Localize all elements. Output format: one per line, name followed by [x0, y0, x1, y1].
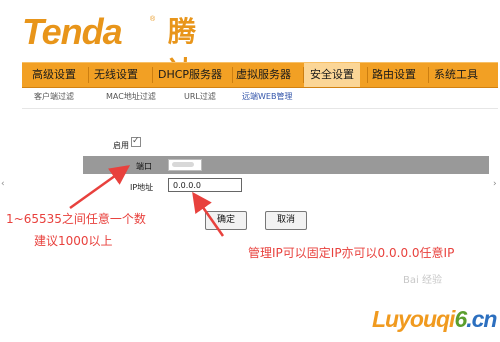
watermark-site: Luyouqi6.cn: [372, 306, 497, 333]
port-range-note: 1~65535之间任意一个数: [6, 212, 146, 226]
port-suggest-note: 建议1000以上: [34, 234, 113, 248]
watermark-part-2: 6: [454, 306, 467, 332]
watermark-baidu: Bai 经验: [403, 275, 442, 286]
watermark-part-3: .cn: [466, 306, 497, 332]
arrow-to-ip-icon: [192, 191, 225, 237]
arrow-to-port-icon: [69, 165, 131, 210]
annotation-arrows: [69, 165, 225, 237]
ip-note: 管理IP可以固定IP亦可以0.0.0.0任意IP: [248, 246, 455, 260]
watermark-part-1: Luyouqi: [372, 306, 455, 332]
